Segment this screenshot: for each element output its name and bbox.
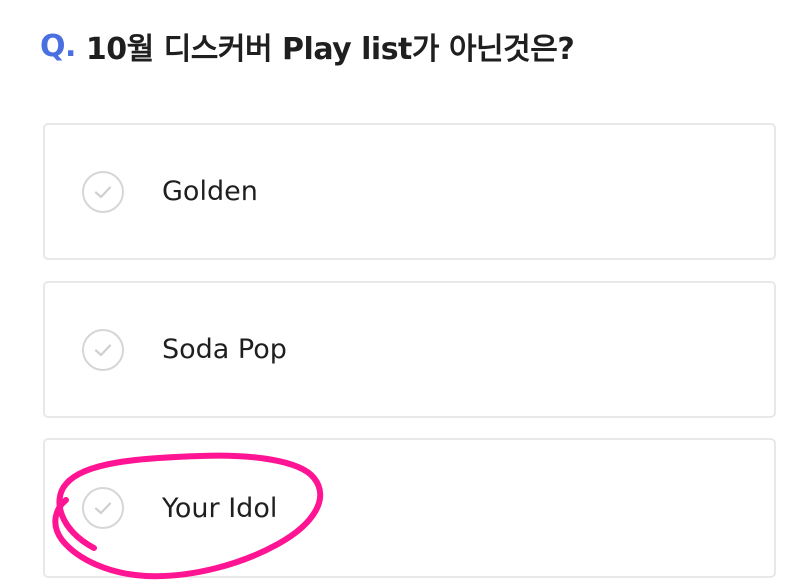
question-prefix: Q. bbox=[40, 28, 76, 64]
question-title: Q. 10월 디스커버 Play list가 아닌것은? bbox=[40, 22, 575, 70]
question-text: 10월 디스커버 Play list가 아닌것은? bbox=[85, 32, 575, 67]
answer-option-label: Soda Pop bbox=[162, 334, 287, 365]
answer-option-label: Golden bbox=[162, 176, 258, 207]
answer-option-1[interactable]: Golden bbox=[43, 123, 776, 260]
quiz-page: Q. 10월 디스커버 Play list가 아닌것은? Golden Soda… bbox=[0, 0, 797, 588]
check-circle-icon bbox=[82, 487, 124, 529]
answer-option-label: Your Idol bbox=[162, 492, 278, 524]
answer-option-2[interactable]: Soda Pop bbox=[43, 281, 776, 418]
check-circle-icon bbox=[82, 328, 124, 371]
check-circle-icon bbox=[82, 170, 124, 213]
answer-option-3[interactable]: Your Idol bbox=[43, 438, 776, 578]
